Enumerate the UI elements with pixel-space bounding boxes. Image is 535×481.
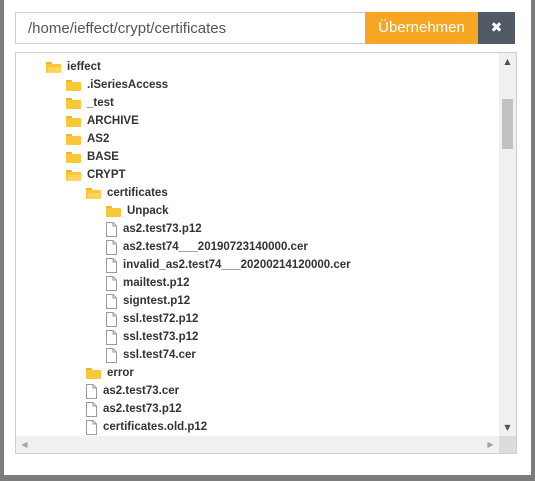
tree-item-label: invalid_as2.test74___20200214120000.cer [123, 259, 351, 271]
tree-folder-item[interactable]: ieffect [46, 58, 101, 76]
scroll-left-arrow-icon[interactable]: ◀ [16, 436, 33, 453]
scrollbar-corner [499, 436, 516, 453]
tree-folder-item[interactable]: BASE [66, 148, 119, 166]
file-icon [106, 275, 117, 291]
tree-folder-item[interactable]: Unpack [106, 202, 169, 220]
file-tree-content: ieffect .iSeriesAccess _test ARCHIVE AS2 BASE… [16, 53, 497, 436]
scroll-right-arrow-icon[interactable]: ▶ [482, 436, 499, 453]
tree-item-label: _test [87, 97, 114, 109]
tree-item-label: signtest.p12 [123, 295, 191, 307]
tree-folder-item[interactable]: _test [66, 94, 114, 112]
tree-file-item[interactable]: mailtest.p12 [106, 274, 189, 292]
tree-folder-item[interactable]: certificates [86, 184, 168, 202]
file-icon [86, 419, 97, 435]
file-icon [106, 257, 117, 273]
tree-file-item[interactable]: as2.test74___20190723140000.cer [106, 238, 308, 256]
folder-icon [66, 79, 81, 91]
tree-file-item[interactable]: ssl.test73.p12 [106, 328, 198, 346]
tree-item-label: as2.test73.cer [103, 385, 180, 397]
folder-open-icon [86, 187, 102, 199]
scroll-up-arrow-icon[interactable]: ▲ [499, 53, 516, 70]
path-bar: Übernehmen ✖ [15, 12, 515, 44]
tree-folder-item[interactable]: error [86, 364, 134, 382]
file-icon [86, 383, 97, 399]
folder-open-icon [66, 169, 82, 181]
tree-item-label: Unpack [127, 205, 169, 217]
horizontal-scrollbar[interactable]: ◀ ▶ [16, 436, 499, 453]
tree-item-label: mailtest.p12 [123, 277, 190, 289]
file-icon [106, 239, 117, 255]
tree-file-item[interactable]: invalid_as2.test74___20200214120000.cer [106, 256, 351, 274]
path-input[interactable] [15, 12, 377, 44]
tree-item-label: certificates.old.p12 [103, 421, 208, 433]
tree-file-item[interactable]: ssl.test74.cer [106, 346, 196, 364]
tree-file-item[interactable]: signtest.p12 [106, 292, 190, 310]
tree-item-label: ssl.test72.p12 [123, 313, 199, 325]
tree-item-label: ssl.test73.p12 [123, 331, 199, 343]
tree-item-label: .iSeriesAccess [87, 79, 169, 91]
file-icon [86, 401, 97, 417]
tree-folder-item[interactable]: .iSeriesAccess [66, 76, 168, 94]
file-icon [106, 293, 117, 309]
vertical-scroll-thumb[interactable] [502, 99, 513, 149]
tree-item-label: as2.test74___20190723140000.cer [123, 241, 308, 253]
tree-folder-item[interactable]: ARCHIVE [66, 112, 139, 130]
vertical-scrollbar[interactable]: ▲ ▼ [499, 53, 516, 436]
scroll-down-arrow-icon[interactable]: ▼ [499, 419, 516, 436]
folder-icon [86, 367, 101, 379]
file-tree: ieffect .iSeriesAccess _test ARCHIVE AS2 BASE… [15, 52, 517, 454]
tree-item-label: BASE [87, 151, 119, 163]
file-icon [106, 311, 117, 327]
tree-file-item[interactable]: certificates.old.p12 [86, 418, 207, 436]
tree-file-item[interactable]: as2.test73.p12 [86, 400, 182, 418]
folder-icon [66, 97, 81, 109]
tree-folder-item[interactable]: AS2 [66, 130, 109, 148]
file-icon [106, 329, 117, 345]
tree-item-label: ssl.test74.cer [123, 349, 196, 361]
tree-file-item[interactable]: as2.test73.p12 [106, 220, 202, 238]
tree-item-label: as2.test73.p12 [103, 403, 182, 415]
folder-icon [106, 205, 121, 217]
file-icon [106, 221, 117, 237]
file-icon [106, 347, 117, 363]
tree-file-item[interactable]: as2.test73.cer [86, 382, 179, 400]
folder-icon [66, 151, 81, 163]
tree-item-label: ieffect [67, 61, 101, 73]
file-picker-dialog: Übernehmen ✖ ieffect .iSeriesAccess _test A… [4, 0, 531, 475]
folder-icon [66, 133, 81, 145]
tree-item-label: CRYPT [87, 169, 126, 181]
tree-item-label: AS2 [87, 133, 110, 145]
folder-icon [66, 115, 81, 127]
tree-item-label: error [107, 367, 134, 379]
tree-folder-item[interactable]: CRYPT [66, 166, 126, 184]
tree-item-label: as2.test73.p12 [123, 223, 202, 235]
close-button[interactable]: ✖ [478, 12, 515, 44]
folder-open-icon [46, 61, 62, 73]
tree-item-label: ARCHIVE [87, 115, 139, 127]
tree-item-label: certificates [107, 187, 168, 199]
tree-file-item[interactable]: ssl.test72.p12 [106, 310, 198, 328]
apply-button[interactable]: Übernehmen [365, 12, 478, 44]
